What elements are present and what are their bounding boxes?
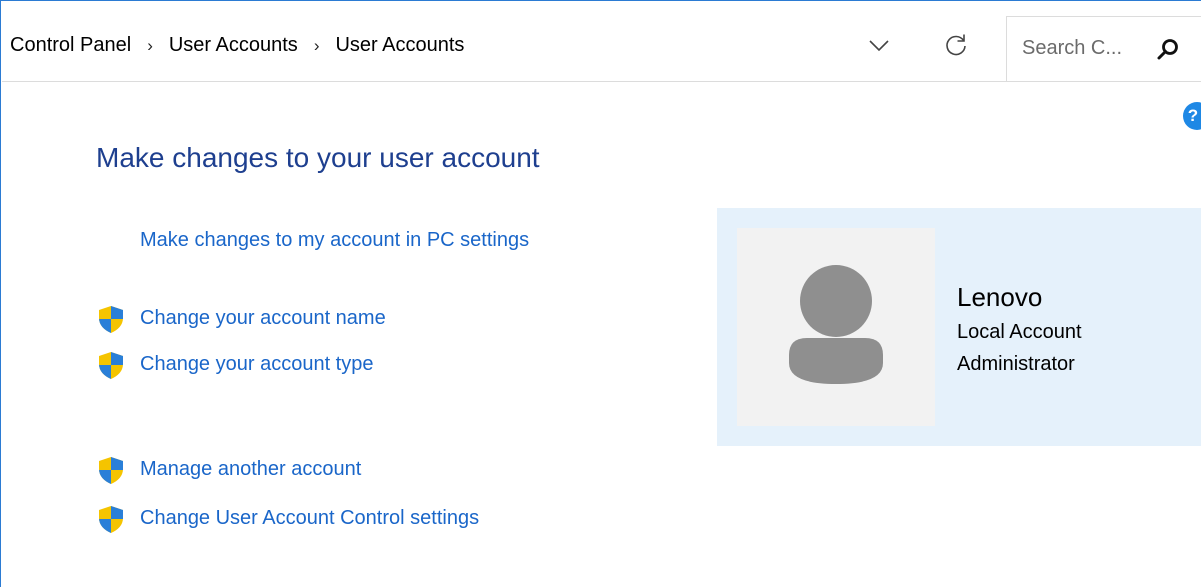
avatar bbox=[737, 228, 935, 426]
pc-settings-link[interactable]: Make changes to my account in PC setting… bbox=[140, 229, 529, 252]
uac-shield-icon bbox=[99, 352, 123, 379]
breadcrumb-control-panel[interactable]: Control Panel bbox=[10, 34, 131, 57]
address-bar: Control Panel › User Accounts › User Acc… bbox=[2, 2, 1201, 82]
account-role: Administrator bbox=[957, 353, 1075, 375]
address-dropdown-button[interactable] bbox=[864, 26, 894, 66]
refresh-button[interactable] bbox=[936, 26, 976, 66]
account-name: Lenovo bbox=[957, 282, 1043, 312]
uac-shield-icon bbox=[99, 506, 123, 533]
breadcrumb-user-accounts-current[interactable]: User Accounts bbox=[335, 34, 464, 57]
user-avatar-icon bbox=[789, 265, 883, 384]
breadcrumb-separator[interactable]: › bbox=[147, 36, 153, 56]
search-icon[interactable] bbox=[1155, 37, 1181, 63]
refresh-icon bbox=[946, 34, 966, 56]
page-title: Make changes to your user account bbox=[96, 142, 540, 173]
search-box[interactable]: Search C... bbox=[1006, 16, 1201, 82]
search-input[interactable]: Search C... bbox=[1022, 37, 1122, 60]
uac-shield-icon bbox=[99, 306, 123, 333]
breadcrumb[interactable]: Control Panel › User Accounts › User Acc… bbox=[10, 34, 464, 57]
uac-shield-icon bbox=[99, 457, 123, 484]
control-panel-window: Control Panel › User Accounts › User Acc… bbox=[0, 0, 1201, 587]
change-account-name-link[interactable]: Change your account name bbox=[140, 307, 386, 330]
manage-another-account-link[interactable]: Manage another account bbox=[140, 458, 361, 481]
change-account-type-link[interactable]: Change your account type bbox=[140, 353, 374, 376]
account-card: Lenovo Local Account Administrator bbox=[717, 208, 1201, 446]
chevron-down-icon bbox=[869, 40, 889, 52]
breadcrumb-separator[interactable]: › bbox=[314, 36, 320, 56]
change-uac-settings-link[interactable]: Change User Account Control settings bbox=[140, 507, 479, 530]
account-type: Local Account bbox=[957, 321, 1082, 343]
help-icon[interactable]: ? bbox=[1183, 102, 1201, 130]
breadcrumb-user-accounts[interactable]: User Accounts bbox=[169, 34, 298, 57]
